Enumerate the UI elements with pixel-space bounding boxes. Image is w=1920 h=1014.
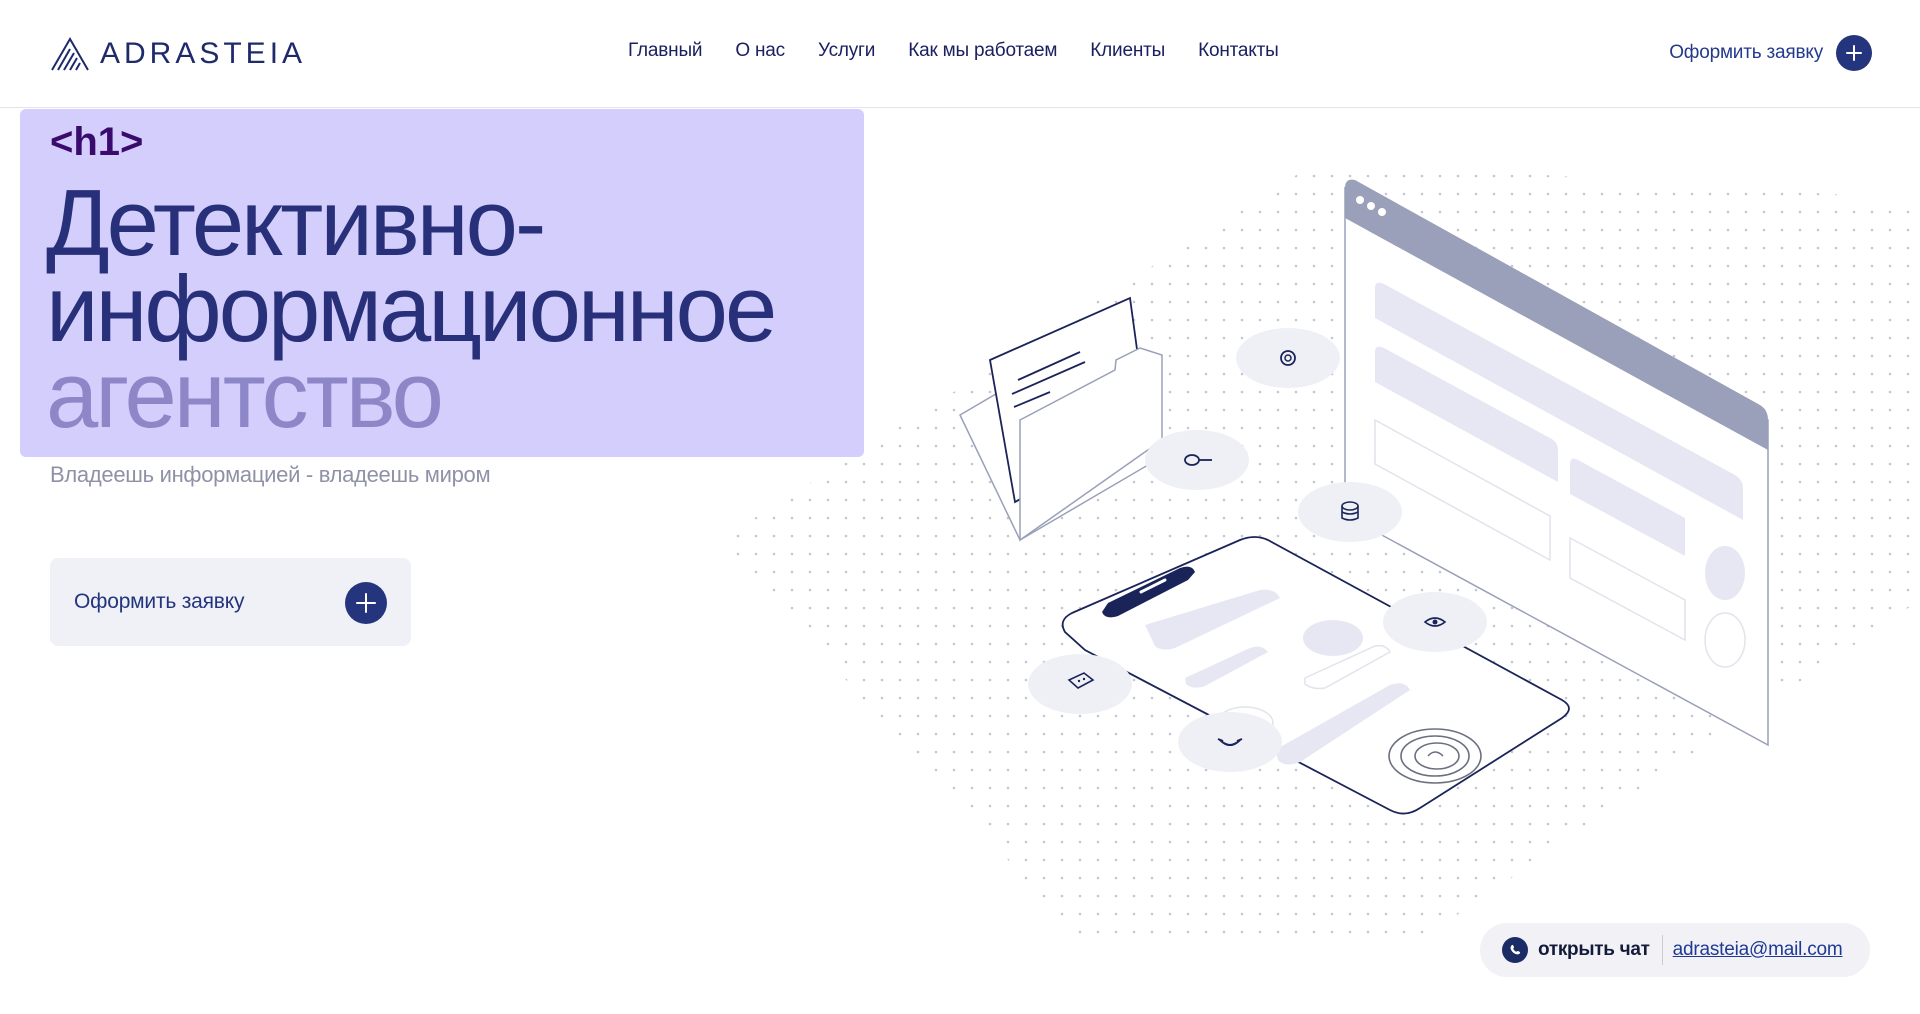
whatsapp-icon (1502, 937, 1528, 963)
site-header: ADRASTEIA Главный О нас Услуги Как мы ра… (0, 0, 1920, 108)
phone-icon (1178, 712, 1282, 772)
message-icon (1028, 654, 1132, 714)
logo-mark-icon (51, 37, 89, 71)
email-at-icon (1236, 328, 1340, 388)
email-link[interactable]: adrasteia@mail.com (1673, 939, 1843, 961)
open-chat-button[interactable]: открыть чат (1502, 937, 1650, 963)
plus-icon (345, 582, 387, 624)
hero-subtitle: Владеешь информацией - владеешь миром (50, 462, 491, 487)
logo-text: ADRASTEIA (100, 37, 307, 70)
nav-item-clients[interactable]: Клиенты (1090, 40, 1165, 62)
hero-title-line-3: агентство (46, 342, 444, 447)
hero-illustration (720, 160, 1920, 940)
hero-request-label: Оформить заявку (74, 590, 245, 613)
key-icon (1145, 430, 1249, 490)
nav-item-services[interactable]: Услуги (818, 40, 875, 62)
plus-icon (1836, 35, 1872, 71)
logo[interactable]: ADRASTEIA (50, 36, 306, 72)
hero-request-button[interactable]: Оформить заявку (50, 558, 411, 646)
divider (1661, 935, 1663, 965)
nav-item-contacts[interactable]: Контакты (1198, 40, 1279, 62)
main-nav: Главный О нас Услуги Как мы работаем Кли… (628, 40, 1312, 62)
database-icon (1298, 482, 1402, 542)
open-chat-label: открыть чат (1538, 939, 1650, 960)
contact-pill: открыть чат adrasteia@mail.com (1480, 923, 1870, 977)
header-request-button[interactable]: Оформить заявку (1669, 35, 1872, 71)
nav-item-home[interactable]: Главный (628, 40, 703, 62)
nav-item-about[interactable]: О нас (735, 40, 785, 62)
h1-tag-label: <h1> (50, 120, 144, 164)
nav-item-how-we-work[interactable]: Как мы работаем (908, 40, 1057, 62)
header-request-label: Оформить заявку (1669, 42, 1823, 63)
eye-icon (1383, 592, 1487, 652)
